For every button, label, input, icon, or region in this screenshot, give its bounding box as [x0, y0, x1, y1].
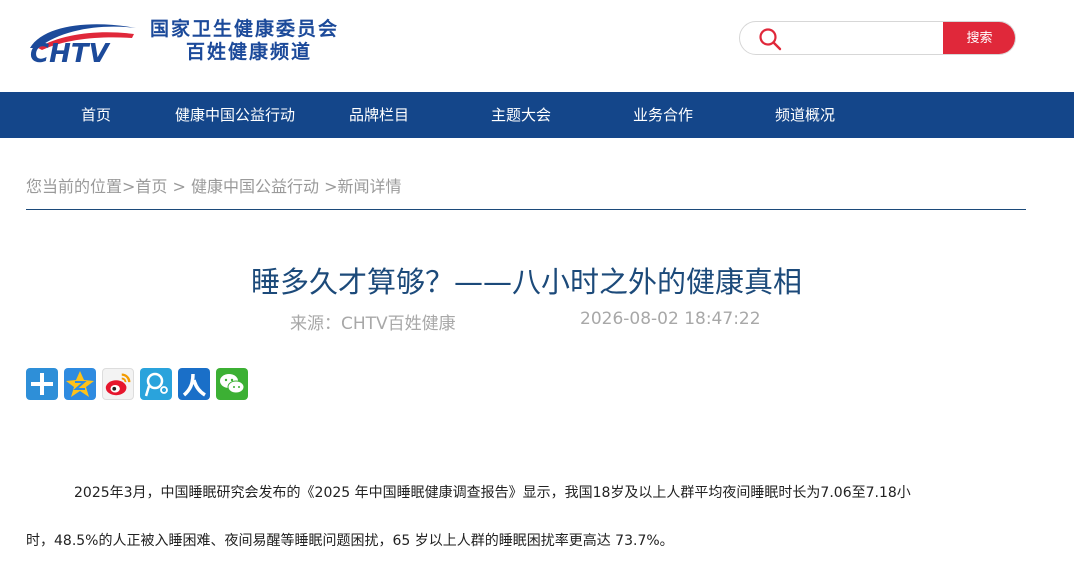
site-header: CHTV 国家卫生健康委员会 百姓健康频道 搜索: [0, 0, 1074, 92]
wechat-icon[interactable]: [216, 368, 248, 400]
article-source: 来源：CHTV百姓健康: [290, 314, 456, 334]
article-paragraph-line-2: 时，48.5%的人正被入睡困难、夜间易醒等睡眠问题困扰，65 岁以上人群的睡眠困…: [26, 533, 674, 549]
search-input[interactable]: [792, 28, 946, 52]
nav-item-home[interactable]: 首页: [81, 92, 111, 138]
article-paragraph-line-1: 2025年3月，中国睡眠研究会发布的《2025 年中国睡眠健康调查报告》显示，我…: [74, 485, 911, 501]
nav-item-brand-columns[interactable]: 品牌栏目: [349, 92, 409, 138]
article-title: 睡多久才算够？——八小时之外的健康真相: [250, 265, 802, 299]
nav-item-healthy-china[interactable]: 健康中国公益行动: [175, 92, 295, 138]
more-share-icon[interactable]: [26, 368, 58, 400]
renren-icon[interactable]: [178, 368, 210, 400]
search-box: 搜索: [739, 21, 1016, 55]
main-nav: 首页 健康中国公益行动 品牌栏目 主题大会 业务合作 频道概况: [0, 92, 1074, 138]
nav-item-channel-overview[interactable]: 频道概况: [775, 92, 835, 138]
breadcrumb-divider: [26, 209, 1026, 210]
chtv-logo[interactable]: CHTV: [24, 18, 140, 69]
brand-name: 国家卫生健康委员会 百姓健康频道: [150, 18, 339, 64]
nav-item-theme-conference[interactable]: 主题大会: [491, 92, 551, 138]
search-button[interactable]: 搜索: [943, 22, 1015, 54]
tencent-weibo-icon[interactable]: [140, 368, 172, 400]
brand-line-2: 百姓健康频道: [186, 41, 313, 63]
brand-line-1: 国家卫生健康委员会: [150, 18, 340, 40]
qzone-icon[interactable]: [64, 368, 96, 400]
weibo-icon[interactable]: [102, 368, 134, 400]
breadcrumb: 您当前的位置>首页 > 健康中国公益行动 >新闻详情: [26, 177, 402, 196]
nav-item-business[interactable]: 业务合作: [633, 92, 693, 138]
article-time: 2026-08-02 18:47:22: [580, 309, 761, 329]
svg-text:CHTV: CHTV: [30, 39, 111, 66]
search-icon[interactable]: [758, 27, 782, 51]
